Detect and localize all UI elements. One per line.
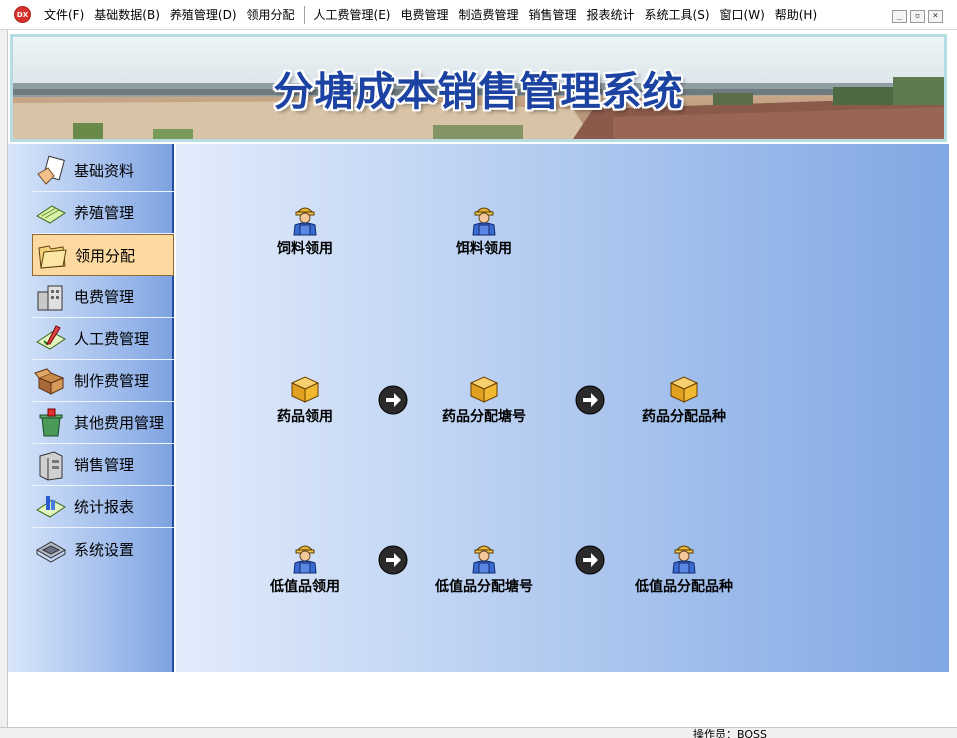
checklist-pen-icon	[36, 324, 66, 350]
sidebar-item-label: 电费管理	[74, 288, 135, 306]
bait-requisition-node[interactable]: 饵料领用	[419, 202, 549, 258]
window-controls: _ ▫ ×	[892, 10, 943, 23]
node-label: 药品分配品种	[642, 409, 726, 425]
menu-electric[interactable]: 电费管理	[395, 0, 453, 30]
menu-reports[interactable]: 报表统计	[582, 0, 640, 30]
close-button[interactable]: ×	[928, 10, 943, 23]
worker-icon	[472, 545, 496, 574]
sidebar-item-labor[interactable]: 人工费管理	[32, 318, 174, 360]
sidebar-item-label: 销售管理	[74, 456, 135, 474]
medicine-requisition-node[interactable]: 药品领用	[240, 374, 370, 426]
app-window: DX 文件(F) 基础数据(B) 养殖管理(D) 领用分配 人工费管理(E) 电…	[0, 0, 957, 738]
sidebar-item-settings[interactable]: 系统设置	[32, 528, 174, 570]
arrow-right-icon	[378, 385, 408, 415]
sidebar-item-label: 其他费用管理	[74, 414, 165, 432]
worker-icon	[472, 207, 496, 236]
recycle-bin-icon	[39, 408, 63, 436]
background-window-strip	[0, 30, 8, 738]
menu-sales[interactable]: 销售管理	[524, 0, 582, 30]
server-cabinet-icon	[39, 450, 63, 481]
menu-window[interactable]: 窗口(W)	[715, 0, 770, 30]
sidebar: 基础资料 养殖管理 领用分配 电费管理 人工费管理 制作费管理 其他费用管理 销…	[8, 144, 174, 672]
box-icon	[290, 376, 320, 403]
box-icon	[669, 376, 699, 403]
menu-allocation[interactable]: 领用分配	[242, 0, 300, 30]
sidebar-item-label: 统计报表	[74, 498, 135, 516]
node-label: 饵料领用	[456, 241, 512, 257]
sidebar-item-label: 系统设置	[74, 540, 135, 559]
worker-icon	[293, 207, 317, 236]
minimize-button[interactable]: _	[892, 10, 907, 23]
menu-labor[interactable]: 人工费管理(E)	[309, 0, 396, 30]
menu-help[interactable]: 帮助(H)	[770, 0, 822, 30]
sidebar-item-reports[interactable]: 统计报表	[32, 486, 174, 528]
arrow-right-icon	[378, 545, 408, 575]
menu-separator	[303, 5, 305, 24]
arrow-right-icon	[575, 385, 605, 415]
menu-file[interactable]: 文件(F)	[39, 0, 89, 30]
arrow-right-icon	[575, 545, 605, 575]
node-label: 低值品领用	[270, 579, 340, 595]
menu-bar: DX 文件(F) 基础数据(B) 养殖管理(D) 领用分配 人工费管理(E) 电…	[0, 0, 957, 30]
sidebar-item-other-costs[interactable]: 其他费用管理	[32, 402, 174, 444]
box-icon	[469, 376, 499, 403]
buildings-icon	[37, 285, 63, 310]
sidebar-item-breeding[interactable]: 养殖管理	[32, 192, 174, 234]
node-label: 低值品分配塘号	[435, 579, 533, 595]
restore-button[interactable]: ▫	[910, 10, 925, 23]
header-banner: 分塘成本销售管理系统	[10, 34, 947, 142]
sidebar-item-label: 人工费管理	[74, 330, 150, 348]
sidebar-item-production[interactable]: 制作费管理	[32, 360, 174, 402]
status-bar: 操作员：BOSS	[0, 727, 957, 738]
notepad-pen-icon	[36, 204, 66, 224]
feed-requisition-node[interactable]: 饲料领用	[240, 202, 370, 258]
sidebar-item-sales[interactable]: 销售管理	[32, 444, 174, 486]
low-value-species-allocation-node[interactable]: 低值品分配品种	[619, 540, 749, 596]
menu-basic-data[interactable]: 基础数据(B)	[89, 0, 165, 30]
low-value-requisition-node[interactable]: 低值品领用	[240, 540, 370, 596]
open-box-icon	[34, 367, 65, 395]
folder-open-icon	[38, 245, 67, 269]
sidebar-item-electric[interactable]: 电费管理	[32, 276, 174, 318]
sidebar-item-label: 领用分配	[75, 246, 136, 265]
medicine-pond-allocation-node[interactable]: 药品分配塘号	[419, 374, 549, 426]
medicine-species-allocation-node[interactable]: 药品分配品种	[619, 374, 749, 426]
app-logo-icon[interactable]: DX	[14, 6, 31, 23]
operator-status: 操作员：BOSS	[693, 728, 767, 738]
menu-manufacturing[interactable]: 制造费管理	[453, 0, 523, 30]
menu-breeding[interactable]: 养殖管理(D)	[165, 0, 242, 30]
sidebar-item-label: 基础资料	[74, 162, 135, 180]
sidebar-item-basic-info[interactable]: 基础资料	[32, 150, 174, 192]
chart-notepad-icon	[36, 495, 66, 518]
sidebar-item-label: 制作费管理	[74, 372, 150, 390]
menu-tools[interactable]: 系统工具(S)	[640, 0, 715, 30]
node-label: 药品分配塘号	[442, 409, 526, 425]
node-label: 饲料领用	[277, 241, 333, 257]
low-value-pond-allocation-node[interactable]: 低值品分配塘号	[419, 540, 549, 596]
workflow-panel: 饲料领用 饵料领用 药品领用 药品分配塘号 药品分配品种 低值品领用 低值品分配…	[176, 144, 949, 672]
hand-document-icon	[37, 155, 65, 185]
node-label: 低值品分配品种	[635, 579, 733, 595]
settings-tray-icon	[35, 541, 67, 563]
sidebar-item-label: 养殖管理	[74, 204, 135, 222]
node-label: 药品领用	[277, 409, 333, 425]
worker-icon	[672, 545, 696, 574]
worker-icon	[293, 545, 317, 574]
sidebar-item-allocation[interactable]: 领用分配	[32, 234, 174, 276]
system-title: 分塘成本销售管理系统	[273, 69, 684, 115]
